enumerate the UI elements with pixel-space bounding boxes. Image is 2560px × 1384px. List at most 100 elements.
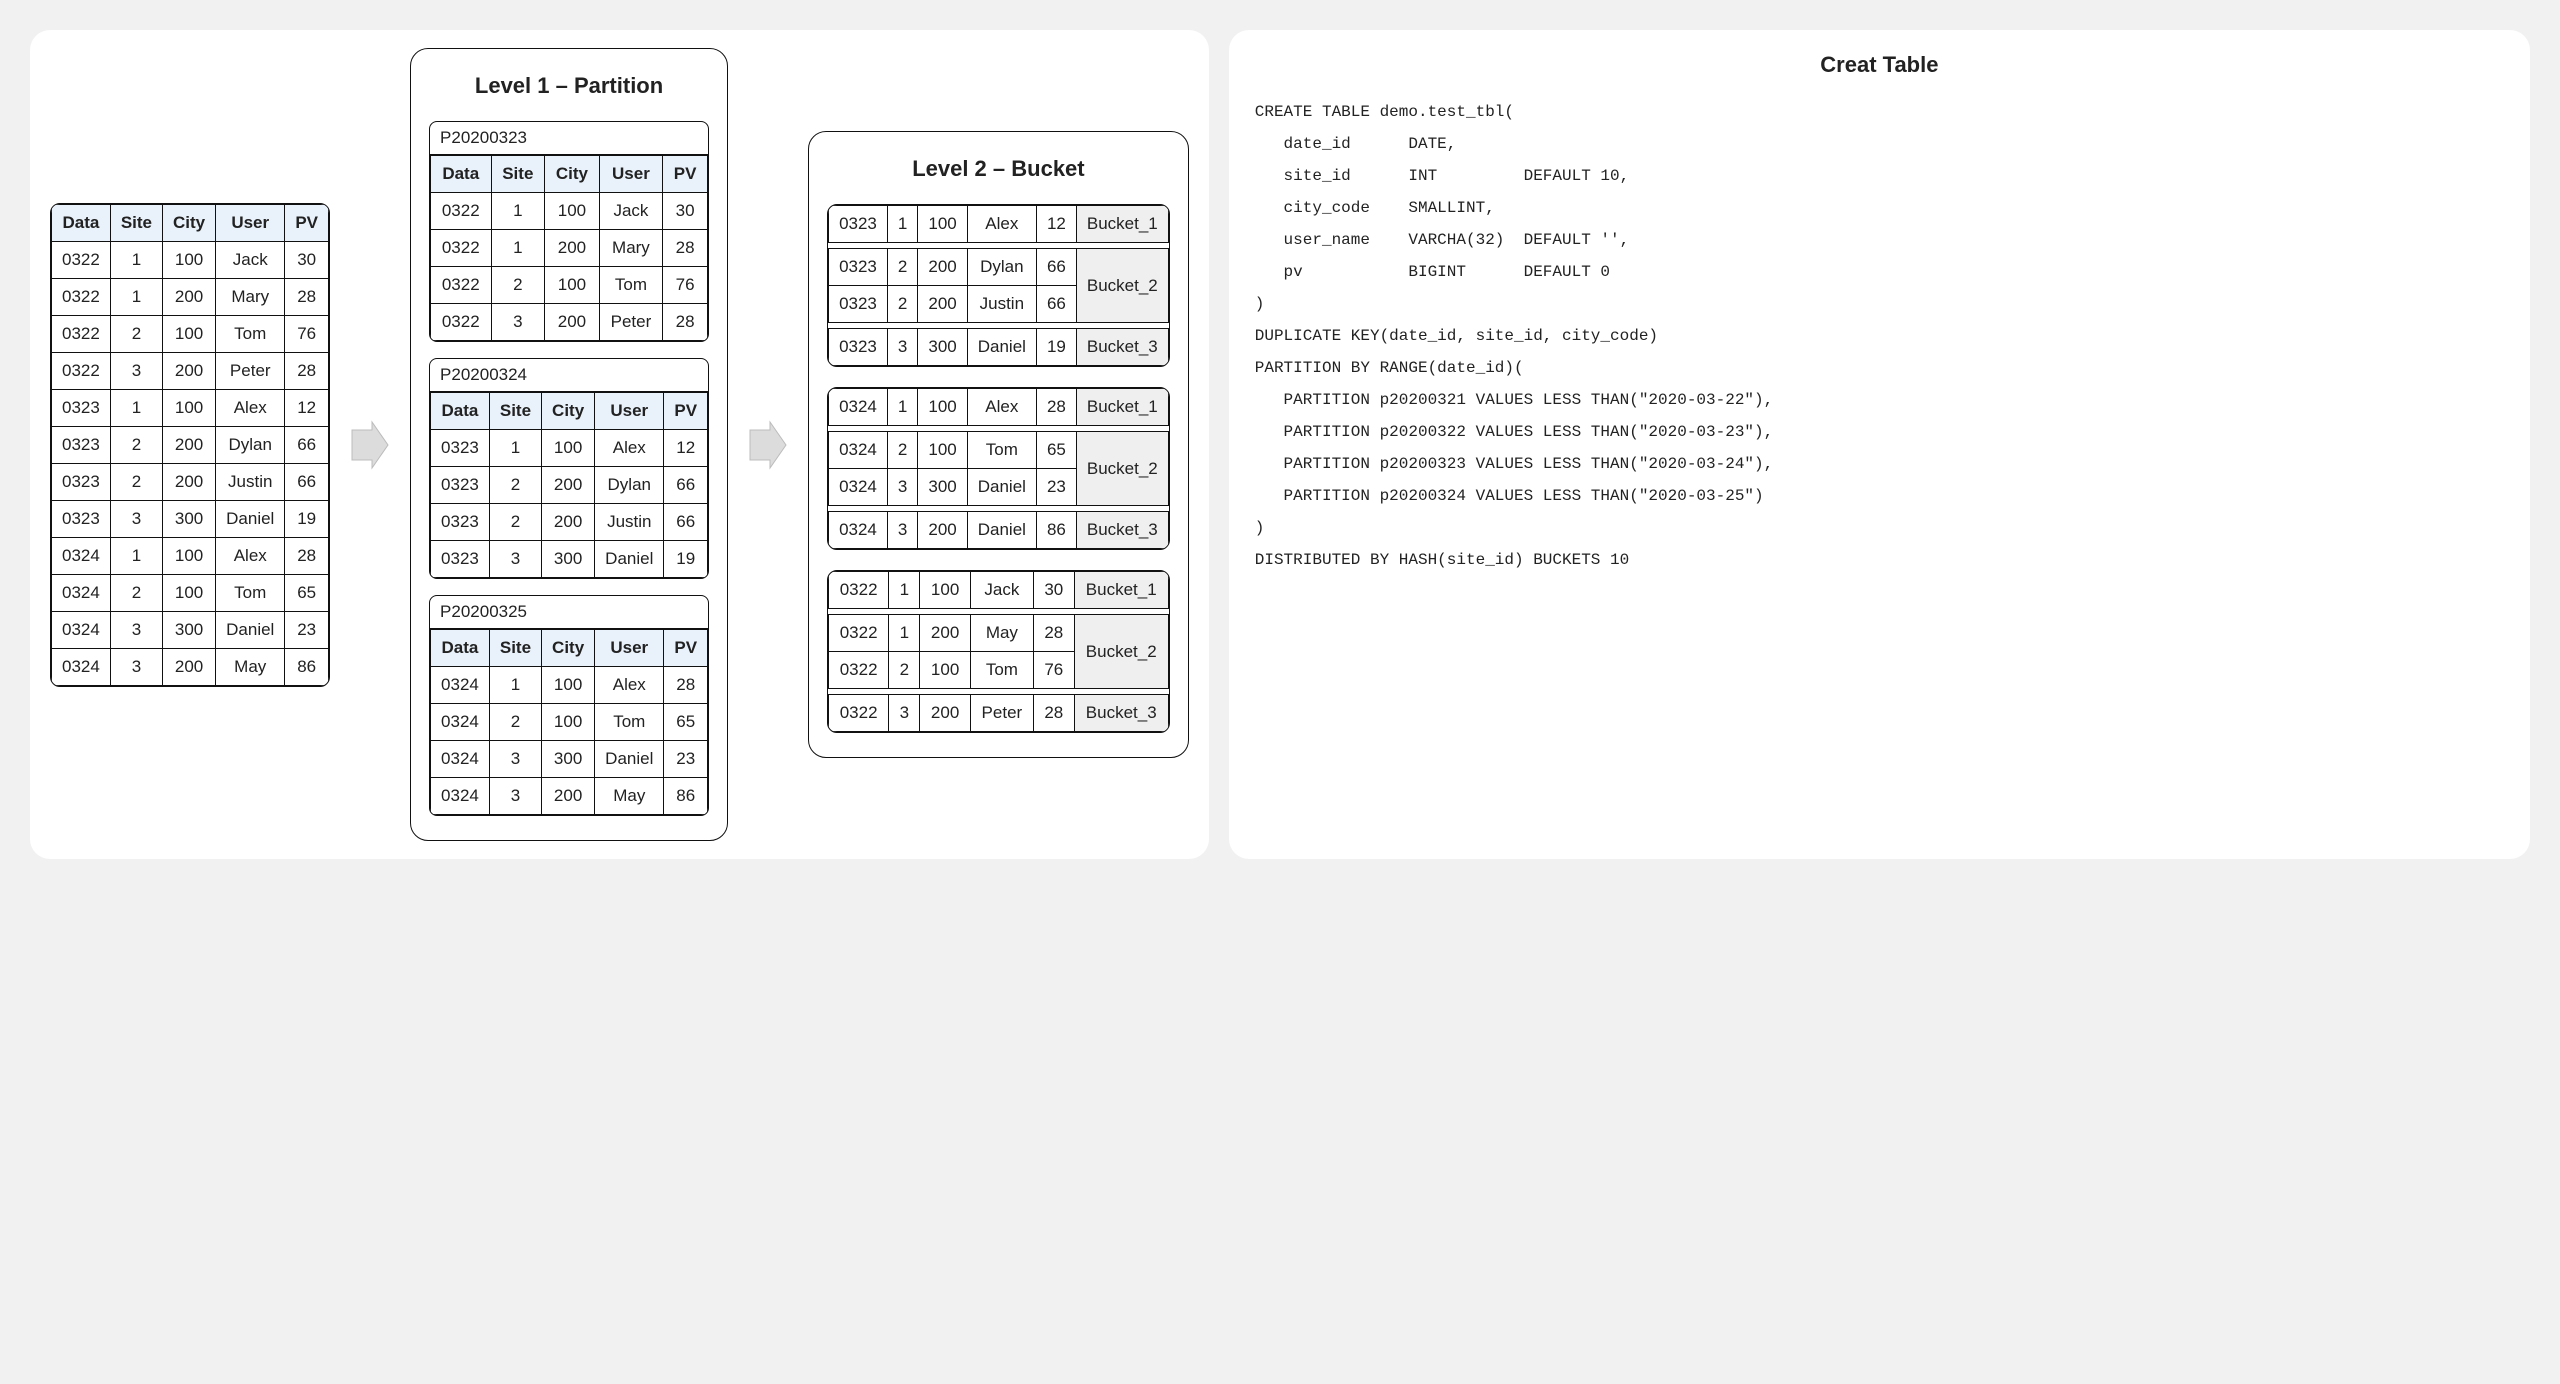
cell: Alex [216,389,285,426]
cell: 100 [920,652,970,689]
table-row: 03233300Daniel19Bucket_3 [829,329,1169,366]
bucket-group: 03241100Alex28Bucket_103242100Tom65Bucke… [827,387,1170,550]
cell: 200 [163,352,216,389]
table-row: 03232200Dylan66Bucket_2 [829,249,1169,286]
cell: 0322 [829,615,889,652]
cell: 100 [542,667,595,704]
cell: 100 [545,267,600,304]
cell: 28 [1033,695,1074,732]
table-row: 03243200May86 [52,648,329,685]
col-header: PV [664,630,708,667]
cell: 3 [110,500,162,537]
cell: 76 [1033,652,1074,689]
table-row: 03231100Alex12Bucket_1 [829,206,1169,243]
table-row: 03232200Dylan66 [52,426,329,463]
cell: Alex [967,389,1036,426]
cell: Daniel [967,512,1036,549]
col-header: Data [431,156,491,193]
bucket-label: Bucket_3 [1076,329,1168,366]
cell: 65 [664,704,708,741]
bucket-label: Bucket_2 [1076,249,1168,323]
cell: 0324 [829,432,888,469]
bucket-label: Bucket_3 [1076,512,1168,549]
cell: 100 [920,572,970,609]
cell: 0323 [52,389,111,426]
cell: 3 [489,778,541,815]
cell: 28 [1036,389,1076,426]
cell: Peter [599,304,662,341]
col-header: PV [285,204,329,241]
cell: 100 [163,537,216,574]
cell: 0322 [52,352,111,389]
table-row: 03222100Tom76 [431,267,708,304]
cell: 23 [285,611,329,648]
level2-panel: Level 2 – Bucket 03231100Alex12Bucket_10… [808,131,1189,758]
cell: 2 [489,704,541,741]
cell: 100 [163,574,216,611]
cell: Dylan [216,426,285,463]
cell: 1 [889,615,920,652]
table-row: 03221100Jack30 [431,193,708,230]
cell: 28 [285,537,329,574]
arrow-icon [744,420,792,470]
cell: 66 [1036,286,1076,323]
table-row: 03243300Daniel23 [431,741,708,778]
cell: 200 [920,615,970,652]
cell: 66 [285,426,329,463]
cell: 3 [489,541,541,578]
bucket-label: Bucket_2 [1074,615,1168,689]
cell: Daniel [216,500,285,537]
cell: 2 [887,249,917,286]
partition-block: P20200325DataSiteCityUserPV03241100Alex2… [429,595,709,816]
table-row: 03243200May86 [431,778,708,815]
cell: 0322 [431,267,491,304]
col-header: City [545,156,600,193]
cell: 0324 [431,778,490,815]
table-row: 03243200Daniel86Bucket_3 [829,512,1169,549]
partition-block: P20200324DataSiteCityUserPV03231100Alex1… [429,358,709,579]
level1-panel: Level 1 – Partition P20200323DataSiteCit… [410,48,728,841]
table-row: 03221200Mary28 [431,230,708,267]
table-row: 03233300Daniel19 [52,500,329,537]
cell: 1 [110,241,162,278]
col-header: User [595,630,664,667]
bucket-label: Bucket_1 [1076,389,1168,426]
cell: 1 [889,572,920,609]
cell: 0324 [52,611,111,648]
col-header: Site [491,156,545,193]
cell: 3 [110,352,162,389]
cell: Tom [216,574,285,611]
cell: 2 [110,463,162,500]
cell: 2 [889,652,920,689]
cell: 0323 [829,206,888,243]
cell: 200 [163,463,216,500]
cell: 65 [1036,432,1076,469]
cell: 3 [491,304,545,341]
col-header: City [163,204,216,241]
cell: Jack [599,193,662,230]
cell: 300 [918,329,967,366]
col-header: User [595,393,664,430]
partition-label: P20200325 [430,596,708,629]
table-row: 03242100Tom65 [431,704,708,741]
cell: 1 [887,389,917,426]
cell: 0322 [431,193,491,230]
cell: Mary [216,278,285,315]
cell: Peter [216,352,285,389]
cell: 30 [285,241,329,278]
cell: Daniel [967,469,1036,506]
cell: 0322 [829,652,889,689]
cell: 0324 [829,389,888,426]
cell: 66 [664,504,708,541]
cell: 28 [285,352,329,389]
bucket-group: 03231100Alex12Bucket_103232200Dylan66Buc… [827,204,1170,367]
cell: Tom [967,432,1036,469]
table-row: 03242100Tom65 [52,574,329,611]
cell: 300 [542,741,595,778]
cell: 1 [489,430,541,467]
cell: 1 [887,206,917,243]
cell: 76 [663,267,708,304]
cell: 200 [545,304,600,341]
cell: Alex [967,206,1036,243]
col-header: Data [431,630,490,667]
